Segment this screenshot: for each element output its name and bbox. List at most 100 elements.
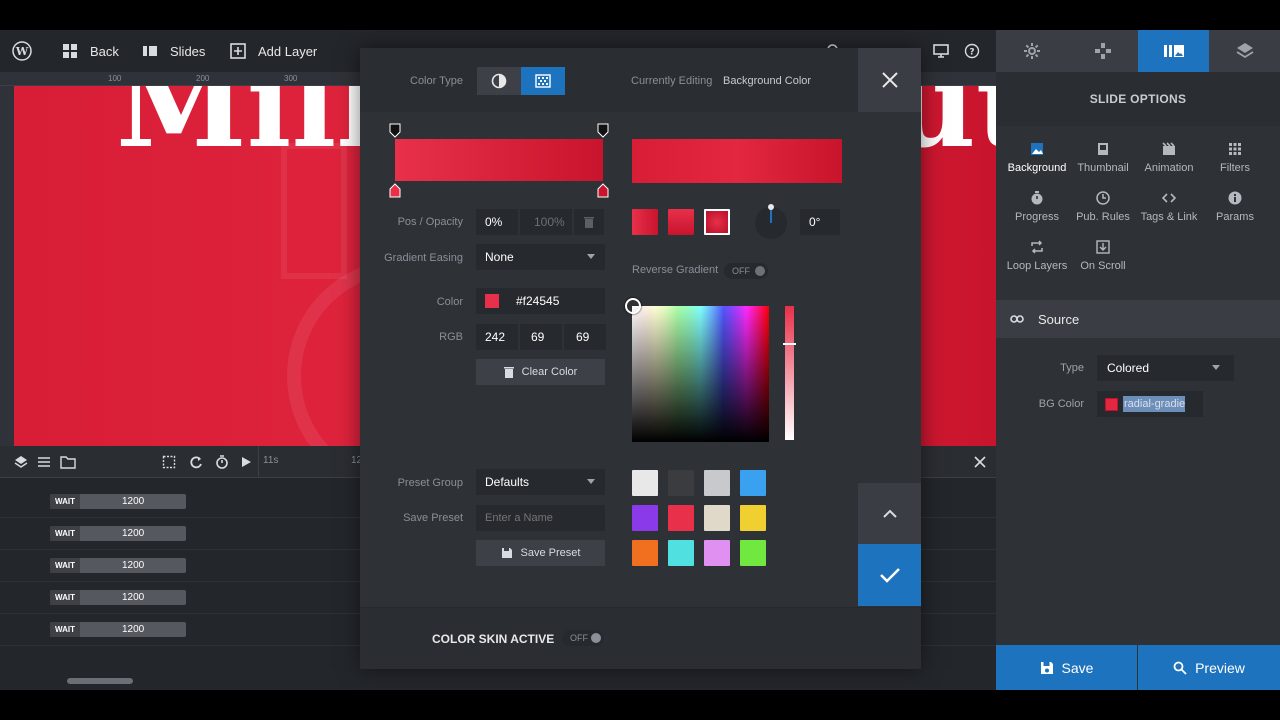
chevron-down-icon bbox=[587, 479, 595, 484]
source-section-header[interactable]: Source bbox=[996, 300, 1280, 338]
clock-icon bbox=[1096, 191, 1110, 205]
opacity-slider-handle[interactable] bbox=[783, 343, 796, 345]
option-pub-rules[interactable]: Pub. Rules bbox=[1070, 191, 1136, 235]
tab-navigation[interactable] bbox=[1067, 30, 1138, 72]
layers-icon[interactable] bbox=[14, 455, 28, 469]
angle-input[interactable]: 0° bbox=[800, 209, 840, 235]
tab-slide[interactable] bbox=[1138, 30, 1209, 72]
rgb-red-input[interactable]: 242 bbox=[476, 324, 518, 350]
option-label: Loop Layers bbox=[1006, 260, 1068, 272]
option-params[interactable]: Params bbox=[1202, 191, 1268, 235]
gradient-easing-value: None bbox=[485, 250, 514, 264]
save-button[interactable]: Save bbox=[996, 645, 1137, 690]
ruler-tick: 100 bbox=[108, 74, 122, 83]
option-thumbnail[interactable]: Thumbnail bbox=[1070, 142, 1136, 186]
preset-swatch[interactable] bbox=[668, 470, 694, 496]
gradient-type-radial[interactable] bbox=[704, 209, 730, 235]
link-icon bbox=[1010, 315, 1024, 323]
preset-name-input[interactable] bbox=[476, 505, 605, 531]
preset-swatch[interactable] bbox=[668, 540, 694, 566]
gradient-type-vertical[interactable] bbox=[668, 209, 694, 235]
slides-icon bbox=[143, 46, 157, 56]
preset-swatch[interactable] bbox=[740, 540, 766, 566]
preset-swatch[interactable] bbox=[704, 540, 730, 566]
folder-icon[interactable] bbox=[60, 455, 76, 469]
back-button[interactable]: Back bbox=[62, 30, 119, 72]
gradient-easing-select[interactable]: None bbox=[476, 244, 605, 270]
list-icon[interactable] bbox=[37, 455, 51, 469]
option-label: Pub. Rules bbox=[1076, 211, 1130, 223]
preset-swatch[interactable] bbox=[632, 470, 658, 496]
grid-icon bbox=[63, 44, 77, 58]
type-select[interactable]: Colored bbox=[1097, 355, 1234, 381]
reverse-gradient-toggle[interactable]: OFF bbox=[724, 263, 768, 279]
option-background[interactable]: Background bbox=[1004, 142, 1070, 186]
reverse-gradient-label: Reverse Gradient bbox=[632, 264, 719, 276]
opacity-slider[interactable] bbox=[783, 306, 796, 440]
preview-button[interactable]: Preview bbox=[1138, 645, 1280, 690]
preset-group-select[interactable]: Defaults bbox=[476, 469, 605, 495]
preset-swatch[interactable] bbox=[668, 505, 694, 531]
wait-block[interactable]: WAIT 1200 bbox=[50, 622, 186, 637]
horizontal-scrollbar[interactable] bbox=[67, 678, 133, 684]
color-skin-toggle[interactable]: OFF bbox=[562, 630, 604, 646]
timer-icon[interactable] bbox=[215, 455, 229, 469]
color-label: Color bbox=[436, 296, 463, 308]
option-animation[interactable]: Animation bbox=[1136, 142, 1202, 186]
option-label: On Scroll bbox=[1080, 260, 1126, 272]
wait-block[interactable]: WAIT 1200 bbox=[50, 590, 186, 605]
wordpress-icon[interactable]: W bbox=[12, 30, 32, 72]
wait-block[interactable]: WAIT 1200 bbox=[50, 494, 186, 509]
add-layer-button[interactable]: Add Layer bbox=[230, 30, 317, 72]
rgb-green-value: 69 bbox=[531, 330, 545, 344]
desktop-view-icon[interactable] bbox=[933, 30, 949, 72]
chevron-down-icon bbox=[587, 254, 595, 259]
clear-color-button[interactable]: Clear Color bbox=[476, 359, 605, 385]
wait-block[interactable]: WAIT 1200 bbox=[50, 526, 186, 541]
select-area-icon[interactable] bbox=[162, 455, 176, 469]
rgb-blue-input[interactable]: 69 bbox=[564, 324, 606, 350]
help-icon[interactable]: ? bbox=[964, 30, 980, 72]
type-value: Colored bbox=[1107, 361, 1150, 375]
rewind-icon[interactable] bbox=[189, 455, 203, 469]
collapse-button[interactable] bbox=[858, 483, 921, 544]
picker-handle[interactable] bbox=[625, 298, 641, 314]
rgb-blue-value: 69 bbox=[576, 330, 590, 344]
toggle-knob bbox=[755, 266, 765, 276]
saturation-picker[interactable] bbox=[625, 298, 769, 442]
apply-button[interactable] bbox=[858, 544, 921, 606]
option-progress[interactable]: Progress bbox=[1004, 191, 1070, 235]
preset-swatch[interactable] bbox=[704, 470, 730, 496]
close-button[interactable] bbox=[858, 48, 921, 112]
angle-dial[interactable] bbox=[753, 201, 789, 241]
color-hex-input[interactable]: #f24545 bbox=[476, 288, 605, 314]
play-icon[interactable] bbox=[240, 455, 252, 469]
rgb-green-input[interactable]: 69 bbox=[520, 324, 562, 350]
preset-swatch[interactable] bbox=[740, 505, 766, 531]
opacity-input[interactable]: 100% bbox=[520, 209, 572, 235]
wait-value: 1200 bbox=[122, 624, 145, 635]
option-on-scroll[interactable]: On Scroll bbox=[1070, 240, 1136, 284]
gradient-stops-editor[interactable] bbox=[388, 122, 612, 200]
preset-swatch[interactable] bbox=[632, 540, 658, 566]
slides-button[interactable]: Slides bbox=[142, 30, 205, 72]
save-preset-button[interactable]: Save Preset bbox=[476, 540, 605, 566]
gradient-type-linear[interactable] bbox=[632, 209, 658, 235]
color-type-gradient-button[interactable] bbox=[521, 67, 565, 95]
option-loop-layers[interactable]: Loop Layers bbox=[1004, 240, 1070, 284]
canvas-title-left[interactable]: Mill bbox=[116, 86, 381, 164]
preset-swatch[interactable] bbox=[704, 505, 730, 531]
color-type-solid-button[interactable] bbox=[477, 67, 521, 95]
preset-swatch[interactable] bbox=[740, 470, 766, 496]
delete-stop-button[interactable] bbox=[574, 209, 604, 235]
tab-settings[interactable] bbox=[996, 30, 1067, 72]
wait-block[interactable]: WAIT 1200 bbox=[50, 558, 186, 573]
preset-swatch[interactable] bbox=[632, 505, 658, 531]
position-input[interactable]: 0% bbox=[476, 209, 518, 235]
bg-color-field[interactable]: radial-gradie bbox=[1097, 391, 1203, 417]
option-filters[interactable]: Filters bbox=[1202, 142, 1268, 186]
angle-value: 0° bbox=[809, 215, 821, 229]
option-tags-link[interactable]: Tags & Link bbox=[1136, 191, 1202, 235]
close-icon[interactable] bbox=[973, 455, 987, 469]
tab-layers[interactable] bbox=[1209, 30, 1280, 72]
